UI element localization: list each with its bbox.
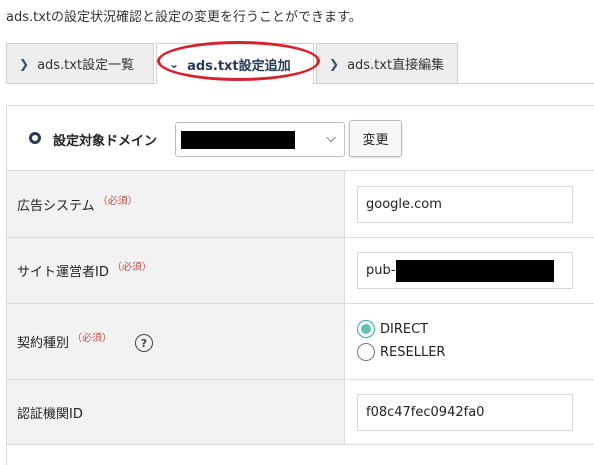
tab-ads-txt-list[interactable]: ❯ ads.txt設定一覧 (6, 43, 154, 83)
radio-reseller-label: RESELLER (380, 344, 446, 360)
cert-authority-row: 認証機関ID f08c47fec0942fa0 (7, 380, 594, 445)
publisher-id-label-cell: サイト運営者ID （必須） (7, 238, 345, 303)
tab-label: ads.txt直接編集 (347, 58, 445, 73)
publisher-id-row: サイト運営者ID （必須） pub- (7, 238, 594, 304)
redacted-domain (181, 131, 295, 149)
domain-select[interactable]: ⌵ (175, 122, 345, 157)
settings-form: 設定対象ドメイン ⌵ 変更 広告システム （必須） google.com サイト運… (6, 105, 594, 465)
redacted-publisher-id (396, 259, 555, 282)
ad-system-label-cell: 広告システム （必須） (7, 171, 345, 237)
ad-system-label-text: 広告システム (17, 199, 95, 214)
cert-authority-input[interactable]: f08c47fec0942fa0 (357, 394, 573, 431)
contract-type-label: 契約種別 （必須） (17, 332, 112, 351)
radio-reseller[interactable]: RESELLER (357, 343, 445, 361)
ad-system-input[interactable]: google.com (357, 186, 573, 223)
tab-ads-txt-direct-edit[interactable]: ❯ ads.txt直接編集 (316, 43, 458, 83)
tab-bar: ❯ ads.txt設定一覧 ⌄ ads.txt設定追加 ❯ ads.txt直接編… (6, 43, 594, 84)
contract-type-label-cell: 契約種別 （必須） ? (7, 304, 345, 379)
ad-system-label: 広告システム （必須） (17, 195, 138, 214)
help-icon[interactable]: ? (135, 334, 153, 352)
publisher-id-label: サイト運営者ID （必須） (17, 261, 152, 280)
publisher-id-input[interactable]: pub- (357, 252, 573, 289)
required-badge: （必須） (97, 196, 138, 207)
page-description: ads.txtの設定状況確認と設定の変更を行うことができます。 (6, 10, 362, 25)
radio-direct[interactable]: DIRECT (357, 320, 428, 338)
domain-label: 設定対象ドメイン (53, 134, 158, 149)
contract-type-label-text: 契約種別 (17, 336, 70, 351)
publisher-id-label-text: サイト運営者ID (17, 265, 109, 280)
tab-ads-txt-add[interactable]: ⌄ ads.txt設定追加 (156, 43, 314, 84)
change-domain-button[interactable]: 変更 (349, 120, 402, 157)
chevron-right-icon: ❯ (329, 56, 340, 71)
domain-row: 設定対象ドメイン ⌵ 変更 (7, 106, 594, 171)
publisher-id-prefix: pub- (366, 263, 396, 278)
ring-bullet-icon (29, 132, 41, 144)
cert-authority-label: 認証機関ID (17, 407, 83, 422)
chevron-down-icon: ⌵ (326, 131, 336, 146)
tab-label: ads.txt設定一覧 (37, 58, 135, 73)
contract-type-row: 契約種別 （必須） ? DIRECT RESELLER (7, 304, 594, 380)
radio-unchecked-icon (357, 343, 375, 361)
tab-label: ads.txt設定追加 (187, 58, 291, 74)
radio-checked-icon (357, 320, 375, 338)
required-badge: （必須） (111, 262, 152, 273)
chevron-down-icon: ⌄ (169, 57, 180, 71)
chevron-right-icon: ❯ (19, 56, 30, 71)
cert-authority-label-cell: 認証機関ID (7, 380, 345, 444)
ad-system-row: 広告システム （必須） google.com (7, 171, 594, 238)
radio-direct-label: DIRECT (380, 321, 429, 337)
required-badge: （必須） (72, 333, 113, 344)
